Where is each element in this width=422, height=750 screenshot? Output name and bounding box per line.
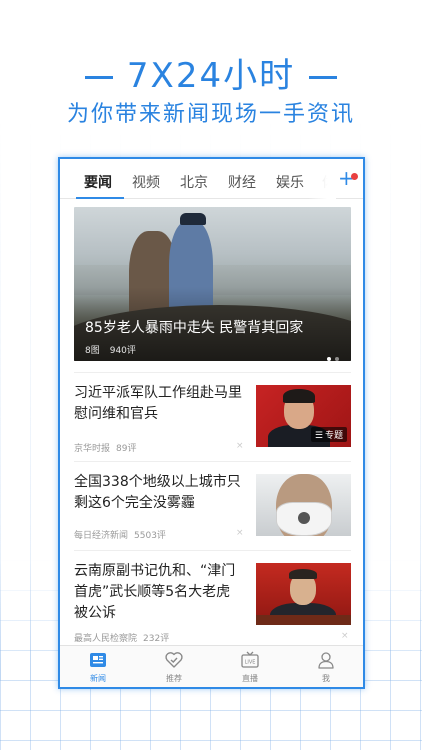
thumb-desk bbox=[256, 615, 351, 625]
promo-headline: 7X24小时 bbox=[0, 48, 422, 97]
list-icon: ☰ bbox=[314, 431, 323, 441]
nav-news[interactable]: 新闻 bbox=[78, 650, 118, 684]
news-title: 全国338个地级以上城市只剩这6个完全没雾霾 bbox=[74, 474, 241, 511]
news-comment-count: 5503评 bbox=[134, 531, 166, 541]
promo-dash-left bbox=[84, 76, 113, 79]
news-icon bbox=[90, 653, 106, 667]
hero-meta: 8图 940评 bbox=[85, 343, 146, 356]
nav-news-label: 新闻 bbox=[90, 674, 106, 683]
news-thumbnail bbox=[256, 474, 351, 536]
nav-me[interactable]: 我 bbox=[306, 650, 346, 684]
nav-recommend[interactable]: 推荐 bbox=[154, 650, 194, 684]
new-badge-dot bbox=[351, 173, 358, 180]
news-comment-count: 89评 bbox=[116, 444, 137, 454]
news-source: 最高人民检察院 bbox=[74, 634, 138, 644]
carousel-dots bbox=[323, 346, 339, 361]
topic-tag-label: 专题 bbox=[324, 431, 343, 441]
bottom-tab-bar: 新闻 推荐 LIVE 直播 我 bbox=[60, 645, 363, 687]
tab-headlines[interactable]: 要闻 bbox=[84, 172, 112, 192]
active-tab-indicator bbox=[76, 197, 124, 199]
hero-comment-count: 940评 bbox=[109, 346, 136, 356]
promo-dash-right bbox=[309, 76, 338, 79]
dismiss-icon[interactable]: × bbox=[341, 631, 349, 641]
carousel-dot bbox=[327, 357, 331, 361]
nav-recommend-label: 推荐 bbox=[166, 674, 182, 683]
nav-live[interactable]: LIVE 直播 bbox=[230, 650, 270, 684]
thumb-valve bbox=[298, 512, 310, 524]
news-title: 习近平派军队工作组赴马里慰问维和官兵 bbox=[74, 385, 242, 422]
phone-screen: 要闻 视频 北京 财经 娱乐 体 + 85岁老人暴雨中走失 民警背其回家 8图 9… bbox=[58, 157, 365, 689]
news-item[interactable]: 云南原副书记仇和、“津门首虎”武长顺等5名大老虎被公诉 最高人民检察院 232评 … bbox=[74, 550, 351, 645]
tab-fade bbox=[308, 159, 336, 199]
nav-me-label: 我 bbox=[322, 674, 330, 683]
news-comment-count: 232评 bbox=[143, 634, 170, 644]
tab-entertainment[interactable]: 娱乐 bbox=[276, 172, 304, 192]
tab-beijing[interactable]: 北京 bbox=[180, 172, 208, 192]
promo-title-text: 7X24小时 bbox=[126, 56, 296, 96]
carousel-dot bbox=[335, 357, 339, 361]
news-meta: 每日经济新闻 5503评 bbox=[74, 528, 172, 541]
news-title: 云南原副书记仇和、“津门首虎”武长顺等5名大老虎被公诉 bbox=[74, 563, 236, 621]
live-tv-icon: LIVE bbox=[241, 651, 259, 668]
thumb-hair bbox=[289, 569, 317, 579]
hero-title: 85岁老人暴雨中走失 民警背其回家 bbox=[85, 320, 304, 336]
dismiss-icon[interactable]: × bbox=[236, 528, 244, 538]
news-source: 每日经济新闻 bbox=[74, 531, 129, 541]
news-thumbnail bbox=[256, 563, 351, 625]
heart-check-icon bbox=[165, 652, 183, 668]
user-icon bbox=[318, 652, 334, 669]
news-item[interactable]: 习近平派军队工作组赴马里慰问维和官兵 京华时报 89评 × ☰ 专题 bbox=[74, 372, 351, 461]
promo-subtitle: 为你带来新闻现场一手资讯 bbox=[66, 102, 355, 127]
svg-text:LIVE: LIVE bbox=[245, 660, 256, 666]
news-item[interactable]: 全国338个地级以上城市只剩这6个完全没雾霾 每日经济新闻 5503评 × bbox=[74, 461, 351, 550]
news-meta: 最高人民检察院 232评 bbox=[74, 631, 175, 644]
tab-finance[interactable]: 财经 bbox=[228, 172, 256, 192]
news-meta: 京华时报 89评 bbox=[74, 441, 142, 454]
news-source: 京华时报 bbox=[74, 444, 111, 454]
news-thumbnail: ☰ 专题 bbox=[256, 385, 351, 447]
hero-image-count: 8图 bbox=[85, 346, 100, 356]
hero-image-cap bbox=[180, 213, 206, 225]
topic-tag: ☰ 专题 bbox=[310, 427, 347, 442]
dismiss-icon[interactable]: × bbox=[236, 441, 244, 451]
channel-tabs: 要闻 视频 北京 财经 娱乐 体 + bbox=[60, 159, 363, 199]
nav-live-label: 直播 bbox=[242, 674, 258, 683]
thumb-hair bbox=[283, 389, 315, 403]
tab-video[interactable]: 视频 bbox=[132, 172, 160, 192]
hero-news-card[interactable]: 85岁老人暴雨中走失 民警背其回家 8图 940评 bbox=[74, 207, 351, 361]
